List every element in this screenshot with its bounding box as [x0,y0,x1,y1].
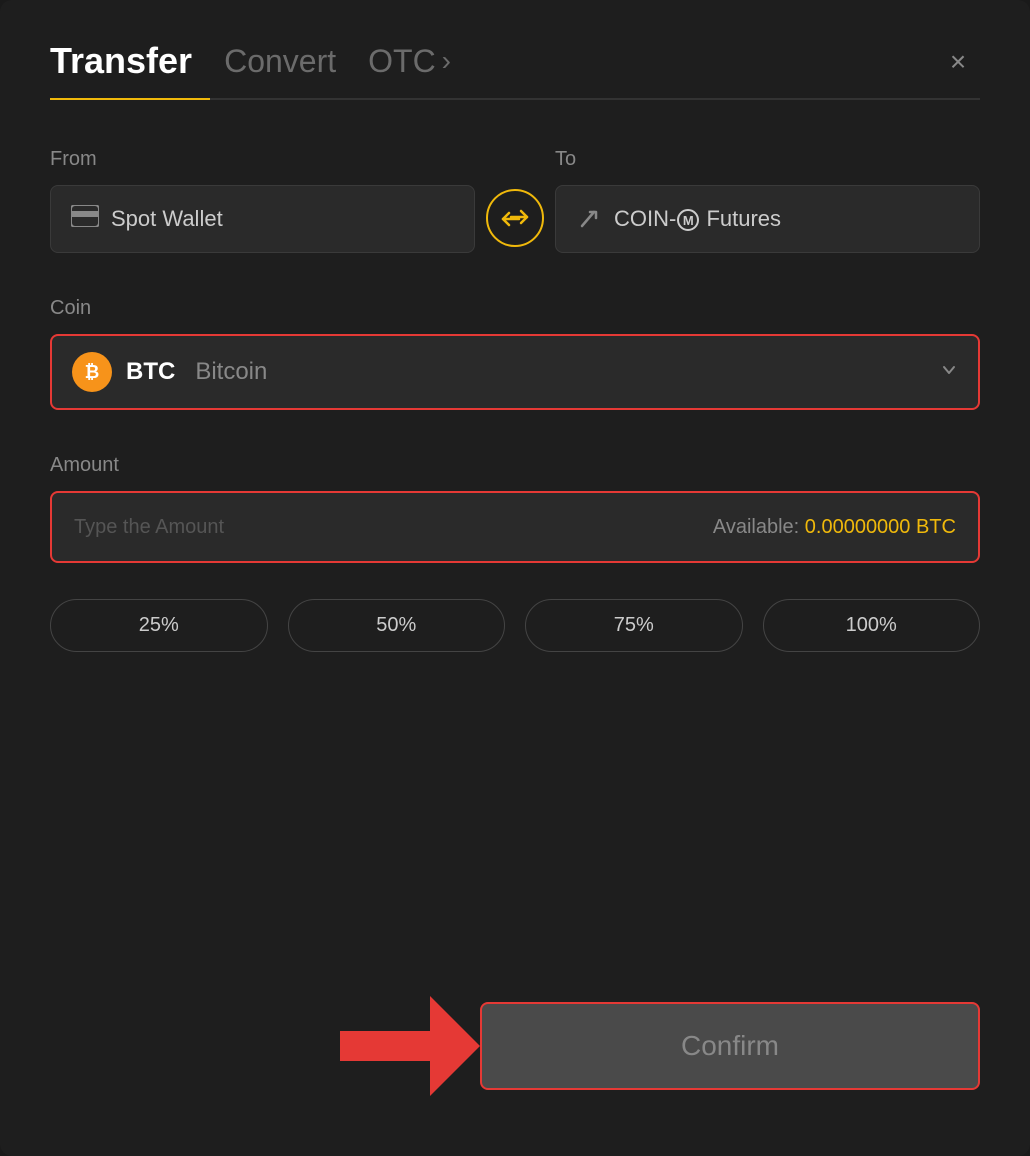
amount-section: Amount Type the Amount Available: 0.0000… [50,454,980,563]
available-text: Available: 0.00000000 BTC [713,516,956,539]
available-amount: 0.00000000 BTC [805,516,956,538]
percent-100-button[interactable]: 100% [763,599,981,652]
amount-placeholder: Type the Amount [74,516,224,539]
svg-text:₿: ₿ [85,362,100,382]
to-wallet-name: COIN-M Futures [614,206,781,232]
tab-otc[interactable]: OTC › [368,43,451,96]
percent-50-button[interactable]: 50% [288,599,506,652]
btc-icon: ₿ [72,352,112,392]
coin-section: Coin ₿ BTC Bitcoin [50,297,980,410]
arrow-indicator [340,996,480,1096]
confirm-button[interactable]: Confirm [480,1002,980,1090]
from-wallet-selector[interactable]: Spot Wallet [50,185,475,253]
from-to-row: From Spot Wallet [50,148,980,253]
close-button[interactable]: × [936,40,980,84]
to-label: To [555,148,980,171]
swap-button[interactable] [486,189,544,247]
from-label: From [50,148,475,171]
tab-underline [50,98,980,100]
tab-transfer[interactable]: Transfer [50,40,192,98]
percent-row: 25% 50% 75% 100% [50,599,980,652]
amount-input-box[interactable]: Type the Amount Available: 0.00000000 BT… [50,491,980,563]
tab-convert[interactable]: Convert [224,43,336,96]
percent-75-button[interactable]: 75% [525,599,743,652]
amount-label: Amount [50,454,980,477]
coin-chevron-icon [940,361,958,384]
percent-25-button[interactable]: 25% [50,599,268,652]
to-wallet-selector[interactable]: COIN-M Futures [555,185,980,253]
coin-selector[interactable]: ₿ BTC Bitcoin [50,334,980,410]
swap-btn-container [475,155,555,247]
coin-fullname: Bitcoin [195,358,267,386]
coin-symbol: BTC [126,358,175,386]
to-group: To COIN-M Futures [555,148,980,253]
futures-icon [576,206,602,232]
wallet-icon [71,205,99,233]
from-group: From Spot Wallet [50,148,475,253]
coin-label: Coin [50,297,980,320]
transfer-modal: Transfer Convert OTC › × From Spot Walle… [0,0,1030,1156]
confirm-row: Confirm [50,976,980,1096]
tab-bar: Transfer Convert OTC › × [50,40,980,98]
from-wallet-name: Spot Wallet [111,206,223,232]
tab-underline-active [50,98,210,100]
